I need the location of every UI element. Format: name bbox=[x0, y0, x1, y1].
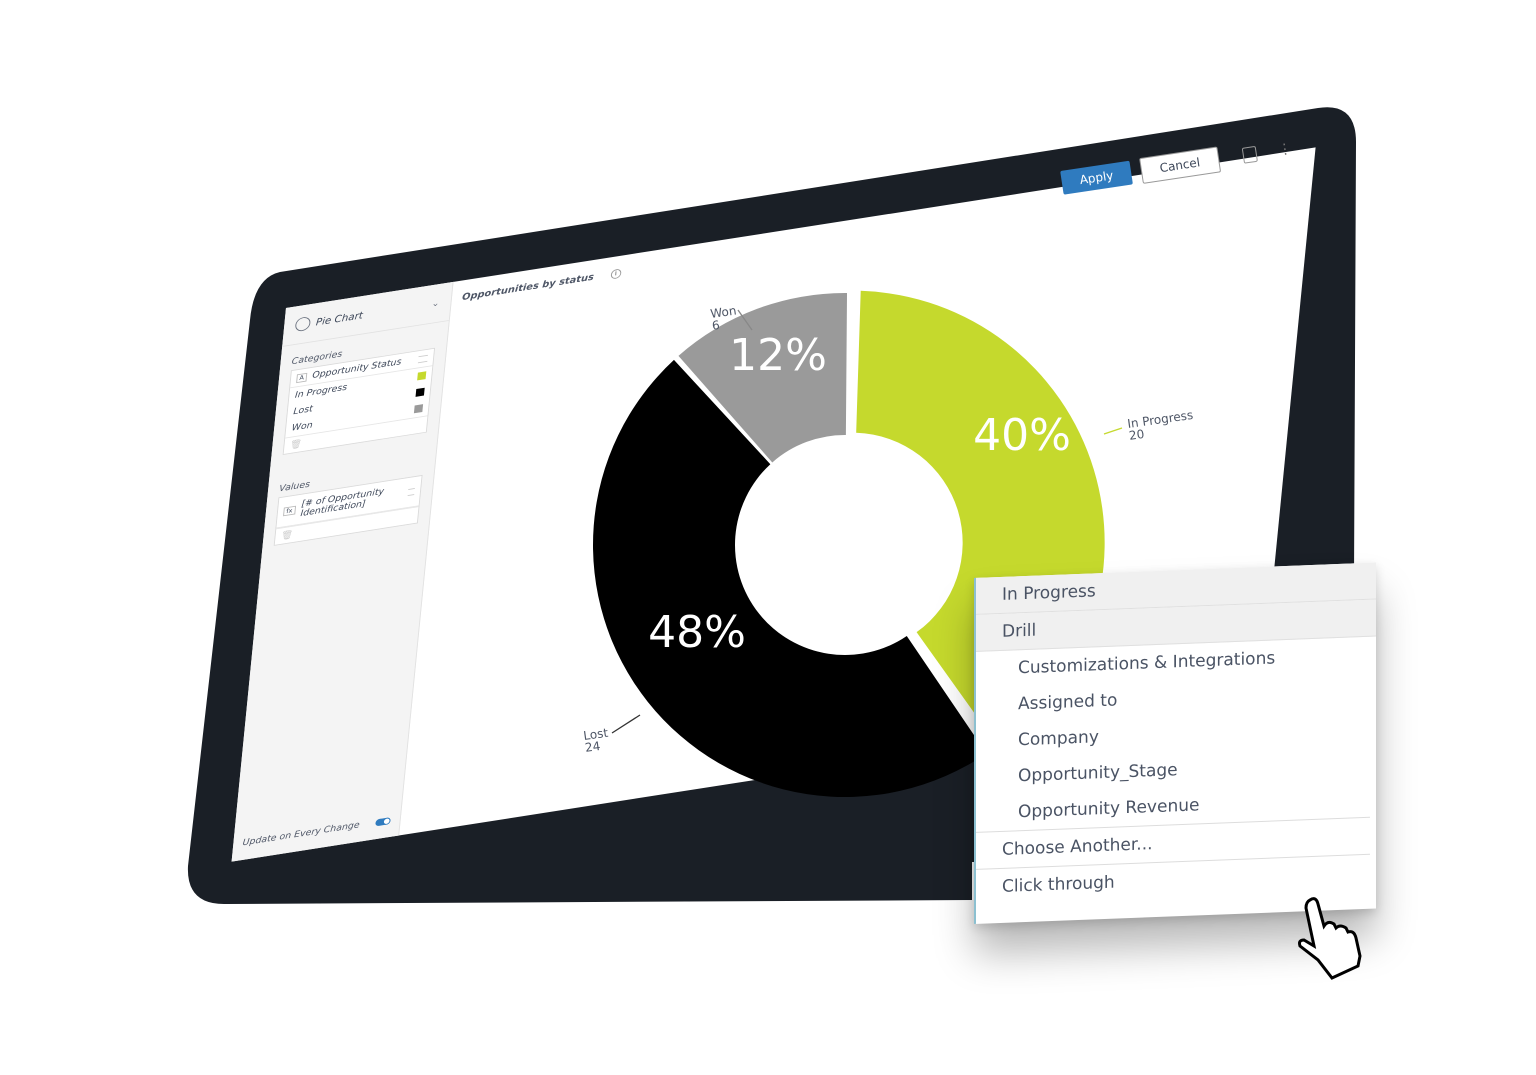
slice-percent-label: 12% bbox=[729, 330, 827, 381]
leader-line bbox=[1103, 427, 1123, 435]
slice-percent-label: 48% bbox=[648, 607, 746, 658]
slice-outer-label: In Progress20 bbox=[1126, 408, 1195, 443]
slice-outer-label: Lost24 bbox=[582, 726, 610, 755]
leader-line bbox=[611, 714, 641, 734]
hand-pointer-icon bbox=[1298, 897, 1362, 980]
slice-percent-label: 40% bbox=[973, 410, 1071, 461]
context-menu: In Progress Drill Customizations & Integ… bbox=[974, 562, 1376, 924]
monitor: Pie Chart ⌄ Categories A Opportunity Sta… bbox=[0, 0, 1536, 1075]
